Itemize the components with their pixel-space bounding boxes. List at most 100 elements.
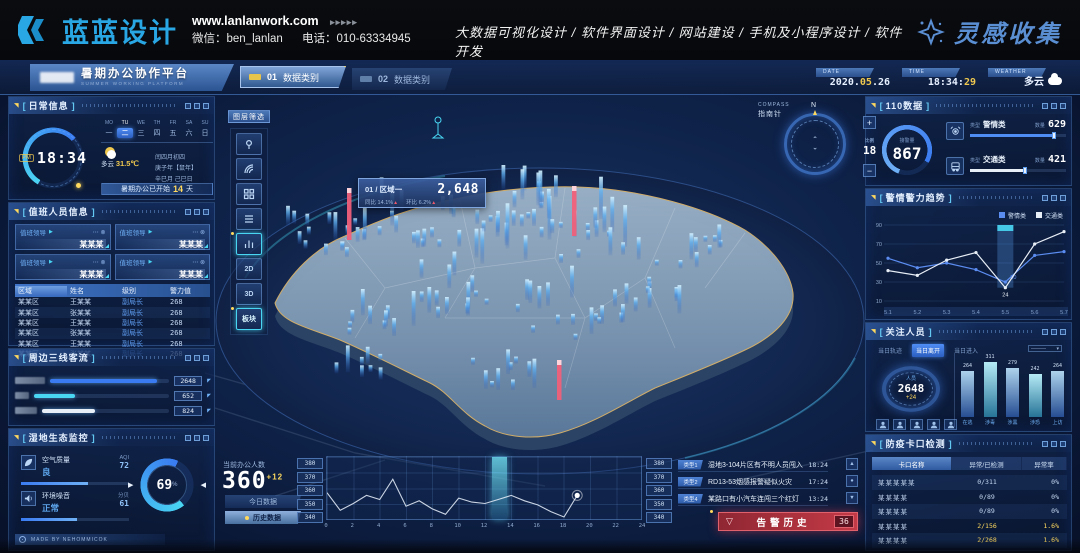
up-arrow-icon: ▲ (393, 200, 398, 206)
duty-table-header: 区域姓名级别警力值 (15, 284, 210, 297)
alert-item[interactable]: 类型2RD13-53烟感报警疑似火灾17:24 (678, 475, 828, 489)
panel-eco-monitor: ◥[湿地生态监控] 空气质量良 AQI72 环境噪音正常 分贝61 (8, 428, 215, 551)
panel-controls[interactable] (185, 435, 209, 441)
table-row[interactable]: 某某区张某某副局长268 (15, 307, 210, 317)
table-row[interactable]: 某某区张某某副局长268 (15, 328, 210, 338)
checkpoint-detected: 0/89 (952, 507, 1022, 515)
layer-toolbar: 2D 3D 板块 (230, 128, 268, 335)
layer-mode-3D[interactable]: 3D (236, 283, 262, 305)
tab-data-category-02[interactable]: 02数据类别 (352, 68, 452, 90)
y-axis-value: 340 (646, 512, 672, 523)
alert-history-banner[interactable]: ▽ 告警历史 36 (718, 512, 858, 531)
person-filter-icon[interactable] (927, 419, 940, 430)
checkpoint-row[interactable]: 某某某某2/1561.6% (872, 519, 1067, 534)
panel-controls[interactable] (185, 209, 209, 215)
layer-cluster-icon[interactable] (236, 183, 262, 205)
corner-icon: ◤ (207, 393, 211, 399)
zoom-in-button[interactable]: + (863, 116, 876, 129)
lunar-date: 闰四月初四 (155, 153, 197, 164)
zoom-out-button[interactable]: − (863, 164, 876, 177)
card-options-icon[interactable]: ⋯ ⊗ (93, 229, 106, 236)
alert-item[interactable]: 类型4某路口有小汽车连闯三个红灯13:24 (678, 492, 828, 506)
duty-card[interactable]: 值班领导▶⋯ ⊗某某某 (115, 224, 211, 250)
panel-controls[interactable] (1042, 103, 1066, 109)
eco-gauge-value: 69 (157, 478, 173, 493)
active-dot (245, 516, 249, 520)
office-btn-history[interactable]: 历史数据 (225, 511, 301, 524)
flow-line-tag (15, 392, 29, 399)
type-progress (970, 134, 1066, 137)
promo-banner: 蓝蓝设计 www.lanlanwork.com ▸▸▸▸▸ 微信：ben_lan… (0, 0, 1080, 60)
layer-location-icon[interactable] (236, 133, 262, 155)
checkpoint-detected: 0/89 (952, 493, 1022, 501)
brand-logo[interactable]: 蓝蓝设计 (0, 10, 178, 50)
website-link[interactable]: www.lanlanwork.com (192, 14, 319, 28)
duty-card[interactable]: 值班领导▶⋯ ⊗某某某 (15, 254, 111, 280)
person-filter-icon[interactable] (876, 419, 889, 430)
compass-dial[interactable]: ⌃⌄ (784, 113, 846, 175)
panel-controls[interactable] (1042, 441, 1066, 447)
scroll-up-icon[interactable]: ▲ (846, 458, 858, 470)
person-filter-icon[interactable] (893, 419, 906, 430)
panel-controls[interactable] (1042, 329, 1066, 335)
checkpoint-header-tab[interactable]: 异常率 (1022, 457, 1067, 470)
card-options-icon[interactable]: ⋯ ⊗ (192, 259, 205, 266)
panel-controls[interactable] (1042, 195, 1066, 201)
checkpoint-header-tab[interactable]: 异常/已检测 (952, 457, 1022, 470)
layer-mode-板块[interactable]: 板块 (236, 308, 262, 330)
flow-value: 824 (174, 406, 202, 416)
checkpoint-row[interactable]: 某某某某0/890% (872, 504, 1067, 519)
pin-icon (194, 435, 200, 441)
alarm-total: 867 (893, 144, 922, 163)
date-label: DATE (816, 68, 874, 77)
tab-label: 数据类别 (394, 73, 430, 86)
layer-radar-icon[interactable] (236, 158, 262, 180)
checkpoint-row[interactable]: 某某某某某0/3110% (872, 475, 1067, 490)
expand-icon (1060, 195, 1066, 201)
panel-daily-info: ◥[日常信息] PM 18:34 MOTUWETHFRSASU一二三四五六日 多… (8, 96, 215, 200)
air-quality-item: 空气质量良 AQI72 (21, 455, 129, 485)
person-filter-icon[interactable] (910, 419, 923, 430)
checkpoint-row[interactable]: 某某某某0/890% (872, 490, 1067, 505)
card-options-icon[interactable]: ⋯ ⊗ (192, 229, 205, 236)
layer-list-icon[interactable] (236, 208, 262, 230)
collect-link[interactable]: 灵感收集 (916, 14, 1062, 49)
focus-bar: 264在逃 (961, 371, 974, 417)
weekday-en: SU (197, 120, 213, 126)
card-options-icon[interactable]: ⋯ ⊗ (93, 259, 106, 266)
duty-card[interactable]: 值班领导▶⋯ ⊗某某某 (15, 224, 111, 250)
chart-filter-dropdown[interactable]: ———▾ (1028, 345, 1062, 352)
checkpoint-header-tab[interactable]: 卡口名称 (872, 457, 952, 470)
panel-controls[interactable] (185, 103, 209, 109)
layer-mode-2D[interactable]: 2D (236, 258, 262, 280)
minimize-icon (185, 103, 191, 109)
office-btn-today[interactable]: 今日数据 (225, 495, 301, 508)
type-count: 629 (1048, 119, 1066, 130)
weekday-en: SA (181, 120, 197, 126)
layer-barchart-icon[interactable] (236, 233, 262, 255)
pin-icon (194, 355, 200, 361)
table-row[interactable]: 某某区王某某副局长268 (15, 297, 210, 307)
focus-tab[interactable]: 当日离开 (912, 344, 944, 357)
dashboard: 暑期办公协作平台 SUMMER WORKING PLATFORM 01数据类别0… (0, 60, 1080, 553)
checkpoint-row[interactable]: 某某某某2/2681.6% (872, 533, 1067, 548)
alert-text: RD13-53烟感报警疑似火灾 (708, 477, 803, 487)
bar-value: 311 (985, 354, 994, 360)
panel-controls[interactable] (185, 355, 209, 361)
minimize-icon (185, 209, 191, 215)
panel-passenger-flow: ◥[周边三线客流] 2648◤652◤824◤ (8, 348, 215, 426)
table-row[interactable]: 某某区王某某副局长268 (15, 318, 210, 328)
slider-handle[interactable] (1023, 167, 1027, 174)
duty-card[interactable]: 值班领导▶⋯ ⊗某某某 (115, 254, 211, 280)
noise-progress (21, 518, 77, 521)
weekday-en: WE (133, 120, 149, 126)
panel-footer: MADE BY NEHOMMICOK (15, 534, 165, 545)
scroll-down-icon[interactable]: ▼ (846, 492, 858, 504)
alert-item[interactable]: 类型1湿地3-104片区有不明人员闯入18:24 (678, 458, 828, 472)
type-name: 交通类 (983, 154, 1006, 165)
scroll-dot-icon[interactable]: ● (846, 475, 858, 487)
slider-handle[interactable] (1052, 132, 1056, 139)
tab-data-category-01[interactable]: 01数据类别 (240, 66, 346, 88)
focus-tab[interactable]: 当日轨迹 (874, 344, 906, 357)
checkpoint-detected: 2/268 (952, 536, 1022, 544)
